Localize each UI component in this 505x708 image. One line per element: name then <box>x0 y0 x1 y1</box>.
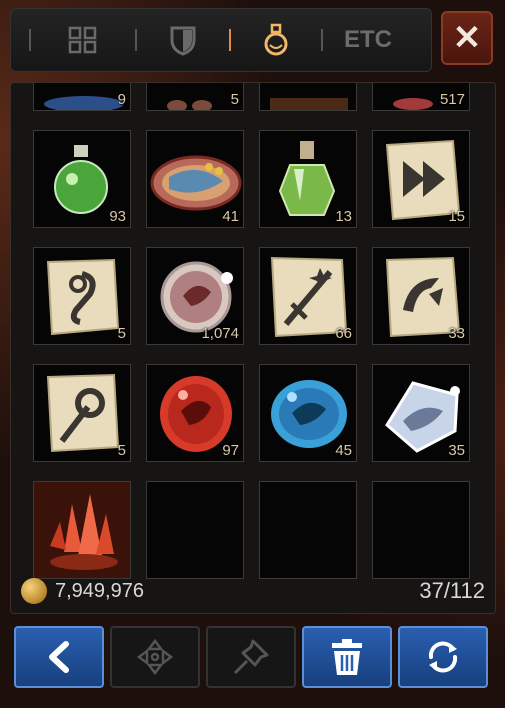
refresh-icon <box>428 641 458 673</box>
shield-icon <box>170 26 196 56</box>
inventory-slot[interactable] <box>33 481 131 579</box>
pin-icon <box>233 639 269 675</box>
tab-all[interactable] <box>31 9 135 71</box>
move-icon <box>136 638 174 676</box>
pin-button[interactable] <box>206 626 296 688</box>
close-button[interactable]: ✕ <box>441 11 493 65</box>
inventory-slot-empty[interactable] <box>372 481 470 579</box>
inventory-slot[interactable]: 45 <box>259 364 357 462</box>
inventory-slot-empty[interactable] <box>146 481 244 579</box>
inventory-slot[interactable]: 93 <box>33 130 131 228</box>
inventory-slot-empty[interactable] <box>259 481 357 579</box>
gold-coin-icon <box>21 578 47 604</box>
tab-consumables[interactable] <box>231 9 321 71</box>
red-crystal-icon <box>34 482 130 578</box>
inventory-slot-partial[interactable]: 9 <box>33 83 131 111</box>
move-button[interactable] <box>110 626 200 688</box>
potion-icon <box>264 23 288 56</box>
inventory-tab-bar: ETC <box>10 8 432 72</box>
tab-etc[interactable]: ETC <box>323 9 413 71</box>
sort-button[interactable] <box>398 626 488 688</box>
trash-icon <box>332 639 362 675</box>
inventory-slot[interactable]: 41 <box>146 130 244 228</box>
inventory-panel: 9 5 517 93 41 13 15 5 1,074 66 33 5 97 4… <box>10 82 496 614</box>
inventory-slot[interactable]: 5 <box>33 364 131 462</box>
inventory-slot[interactable]: 97 <box>146 364 244 462</box>
tab-equipment[interactable] <box>137 9 229 71</box>
gold-amount: 7,949,976 <box>55 579 144 602</box>
back-button[interactable] <box>14 626 104 688</box>
inventory-capacity: 37/112 <box>419 578 485 603</box>
grid-icon <box>68 26 97 54</box>
inventory-slot[interactable]: 15 <box>372 130 470 228</box>
inventory-slot[interactable]: 35 <box>372 364 470 462</box>
inventory-slot[interactable]: 5 <box>33 247 131 345</box>
inventory-slot[interactable]: 66 <box>259 247 357 345</box>
chevron-left-icon <box>49 641 69 673</box>
inventory-slot-partial[interactable]: 517 <box>372 83 470 111</box>
inventory-slot[interactable]: 1,074 <box>146 247 244 345</box>
arrow-scroll-icon <box>46 373 120 453</box>
inventory-slot-partial[interactable]: 5 <box>146 83 244 111</box>
inventory-slot[interactable]: 13 <box>259 130 357 228</box>
inventory-slot-partial[interactable] <box>259 83 357 111</box>
inventory-slot[interactable]: 33 <box>372 247 470 345</box>
inventory-footer: 7,949,976 37/112 <box>11 571 495 611</box>
hook-scroll-icon <box>46 258 120 336</box>
discard-button[interactable] <box>302 626 392 688</box>
